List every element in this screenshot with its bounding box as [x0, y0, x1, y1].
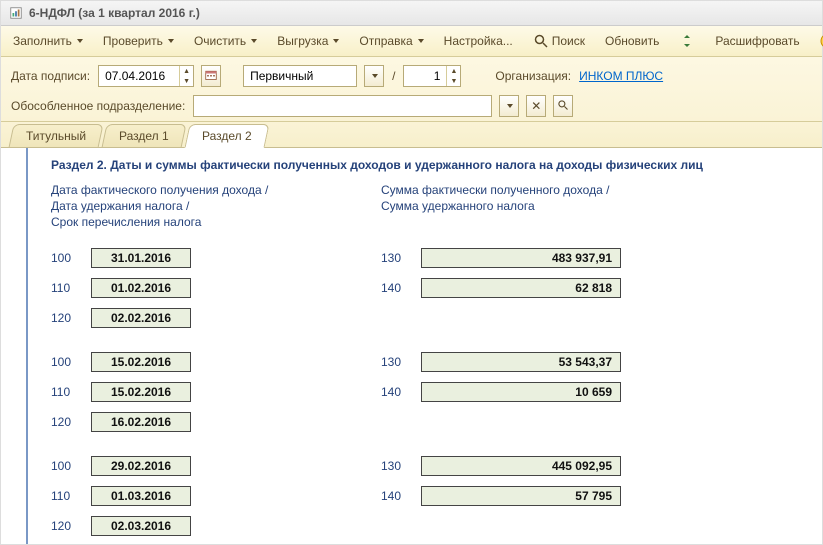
- margin-line: [26, 148, 28, 544]
- code-label: 120: [51, 519, 81, 533]
- sum-130-field[interactable]: 445 092,95: [421, 456, 621, 476]
- code-label: 140: [381, 489, 411, 503]
- date-100-field[interactable]: 29.02.2016: [91, 456, 191, 476]
- code-label: 110: [51, 385, 81, 399]
- search-icon: [533, 33, 549, 49]
- sum-140-field[interactable]: 10 659: [421, 382, 621, 402]
- chevron-down-icon: [372, 74, 378, 78]
- subdivision-field[interactable]: [193, 95, 492, 117]
- section-title: Раздел 2. Даты и суммы фактически получе…: [51, 158, 812, 172]
- code-label: 120: [51, 415, 81, 429]
- content-area: Раздел 2. Даты и суммы фактически получе…: [1, 148, 822, 544]
- chevron-down-icon: [251, 39, 257, 43]
- subdivision-dropdown[interactable]: [499, 95, 519, 117]
- tab-section-2[interactable]: Раздел 2: [184, 124, 269, 148]
- subdivision-search[interactable]: [553, 95, 573, 117]
- sign-date-label: Дата подписи:: [11, 69, 90, 83]
- code-label: 110: [51, 489, 81, 503]
- date-110-field[interactable]: 01.02.2016: [91, 278, 191, 298]
- date-120-field[interactable]: 16.02.2016: [91, 412, 191, 432]
- correction-spin[interactable]: ▲▼: [446, 66, 460, 86]
- doc-type-dropdown[interactable]: [364, 65, 384, 87]
- code-label: 130: [381, 459, 411, 473]
- date-100-field[interactable]: 31.01.2016: [91, 248, 191, 268]
- tab-section-1[interactable]: Раздел 1: [102, 124, 187, 148]
- doc-type-select[interactable]: [243, 65, 357, 87]
- code-label: 130: [381, 355, 411, 369]
- chevron-down-icon: [333, 39, 339, 43]
- tabs: Титульный Раздел 1 Раздел 2: [1, 122, 822, 148]
- code-label: 100: [51, 251, 81, 265]
- sign-date-field[interactable]: ▲▼: [98, 65, 194, 87]
- tab-title-page[interactable]: Титульный: [8, 124, 103, 148]
- slash-label: /: [392, 69, 395, 83]
- refresh-button[interactable]: Обновить: [599, 31, 665, 51]
- decode-button[interactable]: Расшифровать: [709, 31, 805, 51]
- help-button[interactable]: ?: [814, 30, 823, 52]
- chevron-down-icon: [168, 39, 174, 43]
- code-label: 140: [381, 281, 411, 295]
- window-title: 6-НДФЛ (за 1 квартал 2016 г.): [29, 6, 200, 20]
- setup-button[interactable]: Настройка...: [438, 31, 519, 51]
- send-button[interactable]: Отправка: [353, 31, 429, 51]
- title-bar: 6-НДФЛ (за 1 квартал 2016 г.): [1, 1, 822, 26]
- date-spin[interactable]: ▲▼: [179, 66, 193, 86]
- date-120-field[interactable]: 02.02.2016: [91, 308, 191, 328]
- date-120-field[interactable]: 02.03.2016: [91, 516, 191, 536]
- org-label: Организация:: [495, 69, 571, 83]
- sum-140-field[interactable]: 57 795: [421, 486, 621, 506]
- right-column-header: Сумма фактически полученного дохода / Су…: [381, 182, 621, 231]
- export-button[interactable]: Выгрузка: [271, 31, 345, 51]
- code-label: 140: [381, 385, 411, 399]
- chevron-down-icon: [77, 39, 83, 43]
- close-icon: ✕: [531, 99, 541, 113]
- left-column-header: Дата фактического получения дохода / Дат…: [51, 182, 381, 231]
- sum-140-field[interactable]: 62 818: [421, 278, 621, 298]
- correction-number[interactable]: ▲▼: [403, 65, 461, 87]
- form-area: Дата подписи: ▲▼ / ▲▼ Организация: ИНКОМ…: [1, 57, 822, 122]
- app-window: 6-НДФЛ (за 1 квартал 2016 г.) Заполнить …: [0, 0, 823, 545]
- date-100-field[interactable]: 15.02.2016: [91, 352, 191, 372]
- toolbar: Заполнить Проверить Очистить Выгрузка От…: [1, 26, 822, 57]
- check-button[interactable]: Проверить: [97, 31, 180, 51]
- code-label: 100: [51, 355, 81, 369]
- code-label: 120: [51, 311, 81, 325]
- fill-button[interactable]: Заполнить: [7, 31, 89, 51]
- search-button[interactable]: Поиск: [527, 30, 591, 52]
- subdivision-label: Обособленное подразделение:: [11, 99, 185, 113]
- expand-collapse-button[interactable]: [673, 30, 701, 52]
- sum-130-field[interactable]: 53 543,37: [421, 352, 621, 372]
- sum-130-field[interactable]: 483 937,91: [421, 248, 621, 268]
- calendar-button[interactable]: [201, 65, 221, 87]
- date-110-field[interactable]: 15.02.2016: [91, 382, 191, 402]
- code-label: 110: [51, 281, 81, 295]
- chevron-down-icon: [507, 104, 513, 108]
- date-110-field[interactable]: 01.03.2016: [91, 486, 191, 506]
- help-icon: ?: [820, 33, 823, 49]
- clear-button[interactable]: Очистить: [188, 31, 263, 51]
- expand-icon: [679, 33, 695, 49]
- code-label: 130: [381, 251, 411, 265]
- calendar-icon: [205, 69, 217, 84]
- code-label: 100: [51, 459, 81, 473]
- report-icon: [9, 6, 23, 20]
- subdivision-clear[interactable]: ✕: [526, 95, 546, 117]
- org-link[interactable]: ИНКОМ ПЛЮС: [579, 69, 663, 83]
- search-icon: [557, 99, 569, 114]
- chevron-down-icon: [418, 39, 424, 43]
